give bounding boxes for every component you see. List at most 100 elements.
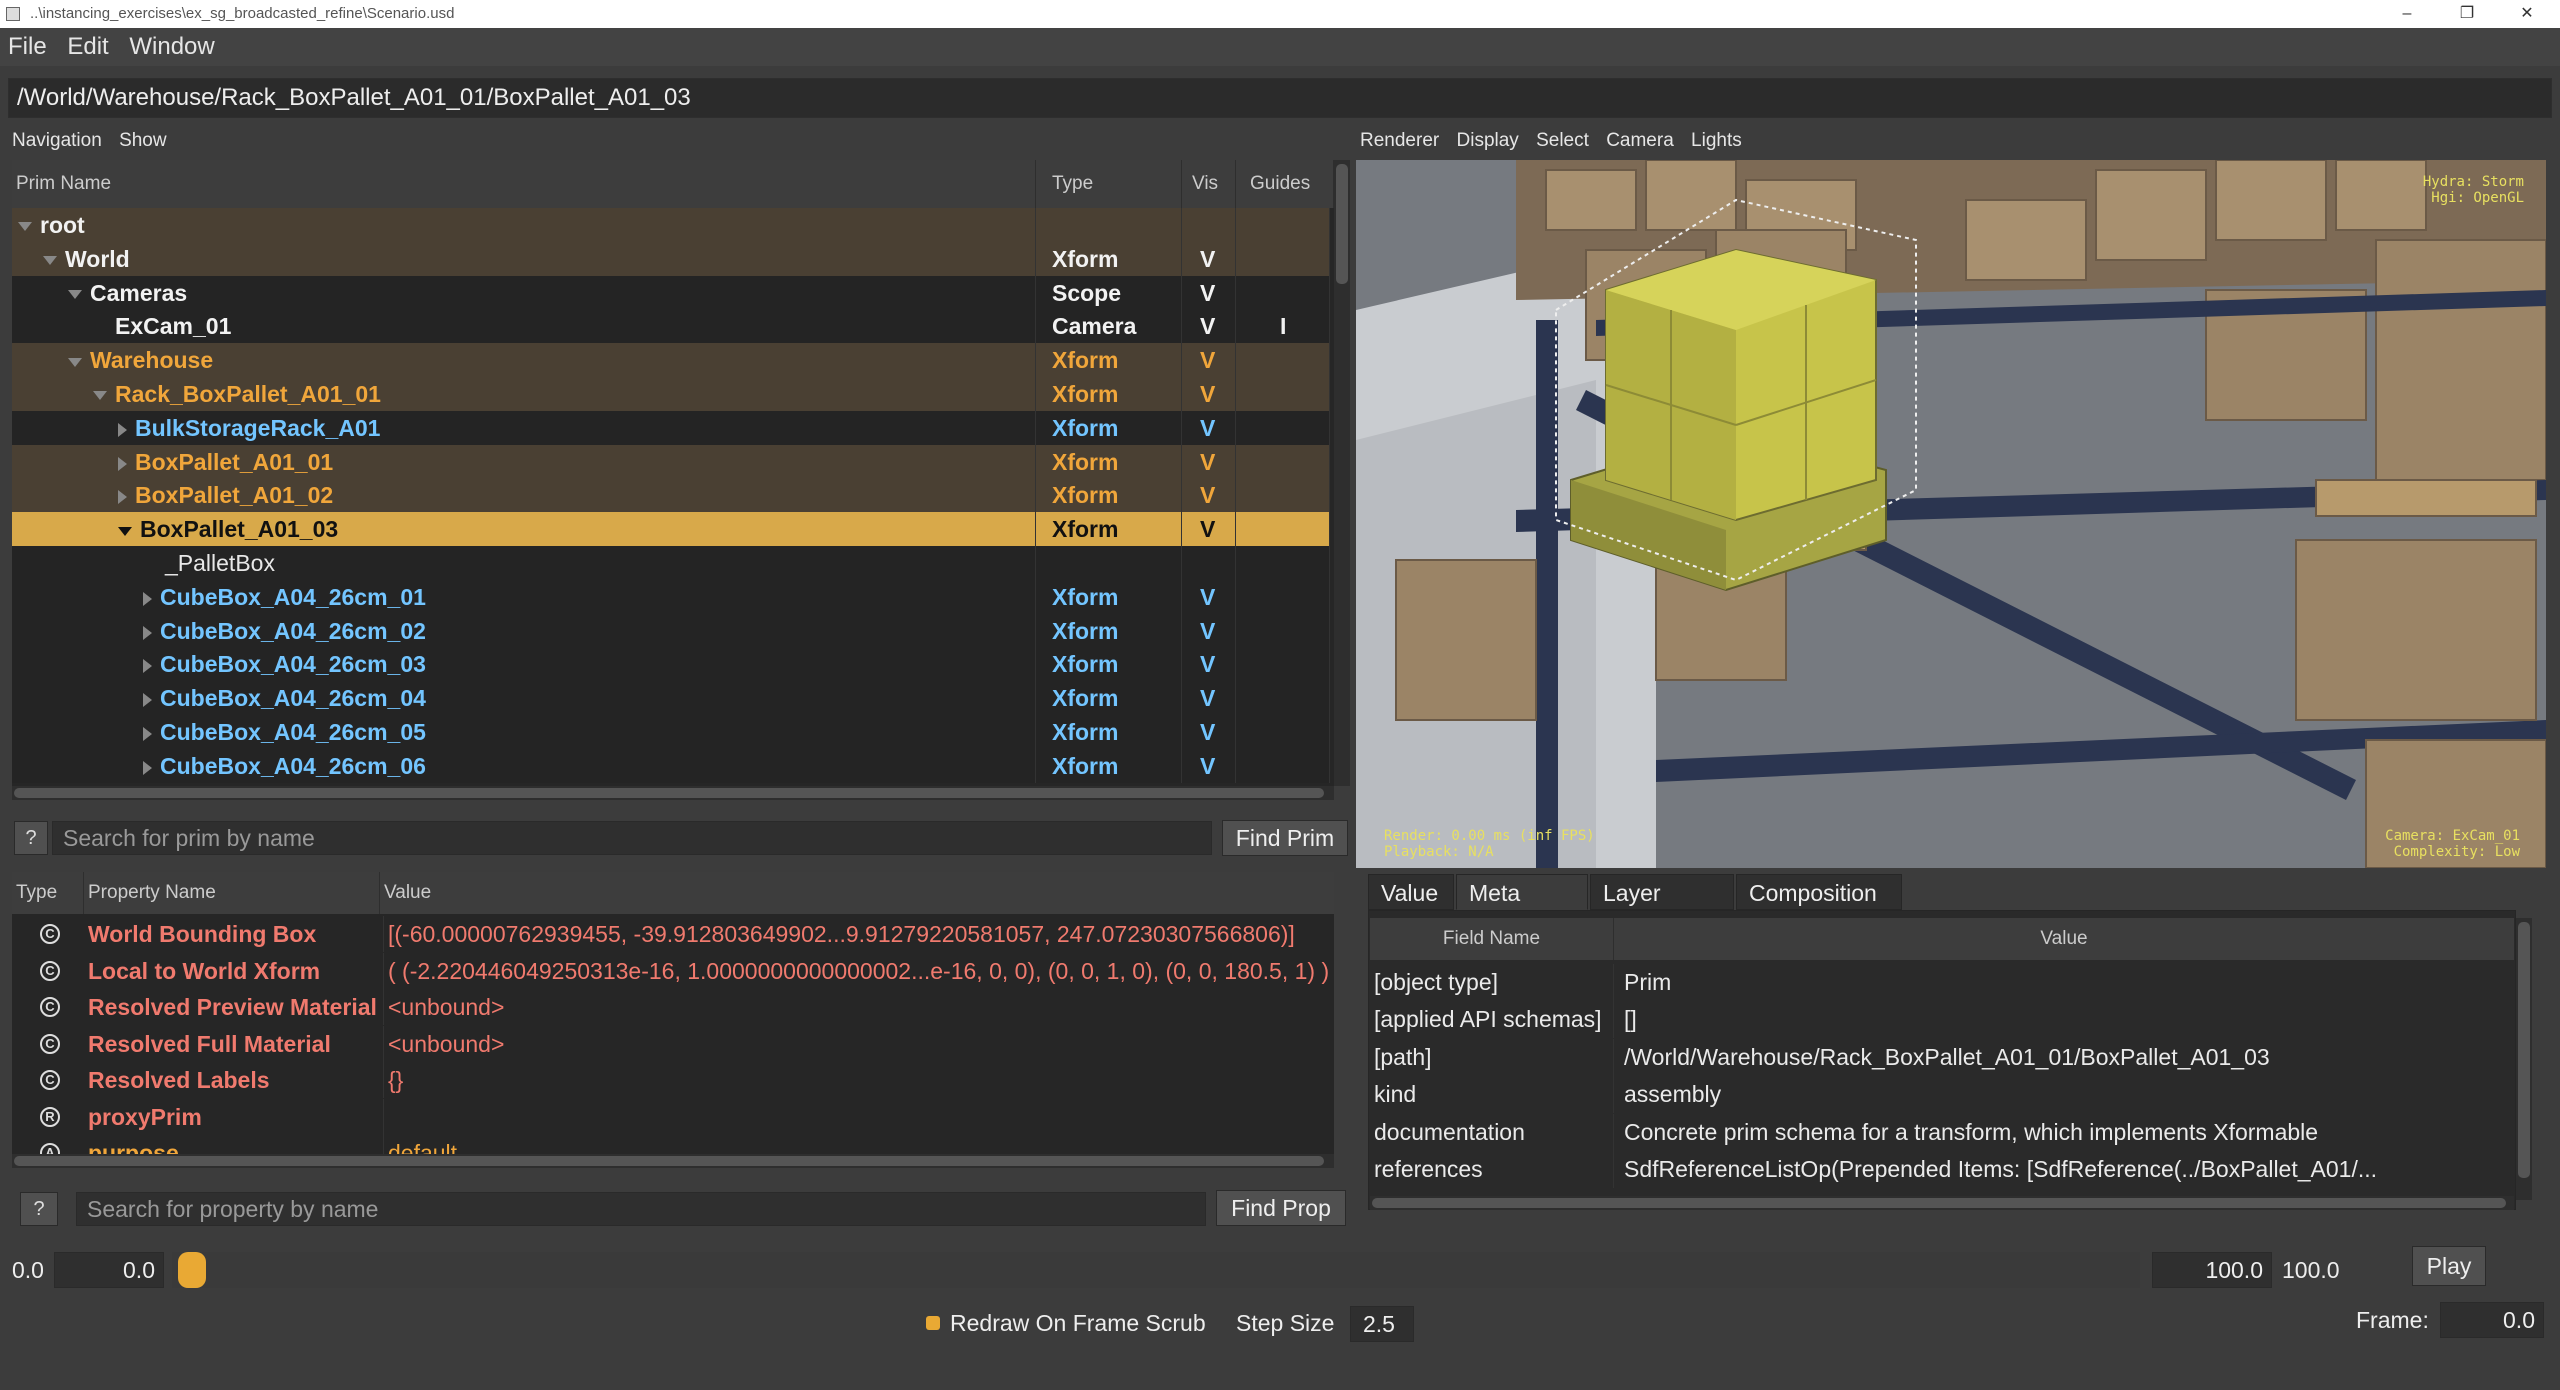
expanded-arrow-icon[interactable]: [93, 391, 107, 401]
menu-renderer[interactable]: Renderer: [1360, 130, 1439, 151]
tree-row[interactable]: CubeBox_A04_26cm_05 Xform V: [12, 715, 1330, 749]
property-row[interactable]: C Local to World Xform( (-2.2204460492503…: [12, 952, 1334, 989]
tree-row[interactable]: CubeBox_A04_26cm_04 Xform V: [12, 681, 1330, 716]
prim-path-field[interactable]: /World/Warehouse/Rack_BoxPallet_A01_01/B…: [8, 78, 2552, 118]
prim-tree-vscrollbar[interactable]: [1334, 160, 1350, 786]
prop-search-help-button[interactable]: ?: [20, 1192, 58, 1226]
expanded-arrow-icon[interactable]: [68, 357, 82, 367]
collapsed-arrow-icon[interactable]: [143, 659, 152, 674]
tab-value[interactable]: Value: [1368, 874, 1454, 910]
tree-row[interactable]: ExCam_01 Camera V I: [12, 309, 1330, 344]
start-frame-field[interactable]: 0.0: [54, 1252, 164, 1288]
prim-name-cell[interactable]: CubeBox_A04_26cm_03: [12, 647, 1036, 682]
prim-name-cell[interactable]: BoxPallet_A01_01: [12, 444, 1036, 479]
column-prop-name[interactable]: Property Name: [84, 872, 380, 914]
frame-slider-handle[interactable]: [178, 1252, 206, 1288]
prim-name-cell[interactable]: BoxPallet_A01_02: [12, 478, 1036, 513]
collapsed-arrow-icon[interactable]: [143, 591, 152, 606]
frame-slider[interactable]: [172, 1252, 2140, 1288]
play-button[interactable]: Play: [2412, 1246, 2486, 1286]
metadata-hscrollbar[interactable]: [1370, 1196, 2514, 1210]
prim-vis-cell[interactable]: V: [1182, 647, 1236, 682]
metadata-row[interactable]: kind assembly: [1370, 1076, 2514, 1114]
menu-lights[interactable]: Lights: [1691, 130, 1742, 151]
tree-row[interactable]: root: [12, 208, 1330, 242]
metadata-row[interactable]: documentation Concrete prim schema for a …: [1370, 1113, 2514, 1151]
end-frame-field[interactable]: 100.0: [2152, 1252, 2272, 1288]
tab-layer-stack[interactable]: Layer Stack: [1590, 874, 1734, 942]
prim-name-cell[interactable]: BulkStorageRack_A01: [12, 410, 1036, 445]
column-prim-name[interactable]: Prim Name: [12, 160, 1036, 208]
step-size-field[interactable]: 2.5: [1350, 1306, 1414, 1342]
tree-row[interactable]: CubeBox_A04_26cm_01 Xform V: [12, 579, 1330, 614]
property-row[interactable]: Apurpose default: [12, 1135, 1334, 1154]
metadata-row[interactable]: [applied API schemas] []: [1370, 1001, 2514, 1039]
tree-row[interactable]: CubeBox_A04_26cm_02 Xform V: [12, 613, 1330, 648]
column-field-value[interactable]: Value: [1614, 918, 2514, 960]
collapsed-arrow-icon[interactable]: [118, 422, 127, 437]
redraw-checkbox[interactable]: [926, 1316, 940, 1330]
prim-vis-cell[interactable]: V: [1182, 343, 1236, 378]
prim-vis-cell[interactable]: V: [1182, 309, 1236, 344]
prim-name-cell[interactable]: _PalletBox: [12, 546, 1036, 580]
property-row[interactable]: C Resolved Labels{}: [12, 1062, 1334, 1098]
prim-vis-cell[interactable]: V: [1182, 444, 1236, 479]
prim-name-cell[interactable]: CubeBox_A04_26cm_01: [12, 579, 1036, 614]
menu-edit[interactable]: Edit: [67, 33, 108, 60]
collapsed-arrow-icon[interactable]: [143, 726, 152, 741]
column-guides[interactable]: Guides: [1236, 160, 1334, 208]
tree-row[interactable]: World Xform V: [12, 241, 1330, 276]
prim-tree-hscrollbar[interactable]: [12, 786, 1334, 800]
collapsed-arrow-icon[interactable]: [118, 456, 127, 471]
prim-search-input[interactable]: Search for prim by name: [52, 821, 1212, 855]
property-row[interactable]: C World Bounding Box [(-60.00000762939455,…: [12, 916, 1334, 952]
column-type[interactable]: Type: [1036, 160, 1182, 208]
tree-row[interactable]: BoxPallet_A01_01 Xform V: [12, 444, 1330, 479]
menu-file[interactable]: File: [8, 33, 47, 60]
prim-vis-cell[interactable]: V: [1182, 681, 1236, 716]
metadata-row[interactable]: references SdfReferenceListOp(Prepended I…: [1370, 1151, 2514, 1188]
prim-vis-cell[interactable]: V: [1182, 377, 1236, 411]
tab-meta-data[interactable]: Meta Data: [1456, 874, 1588, 942]
maximize-icon[interactable]: ❐: [2444, 0, 2490, 28]
column-field-name[interactable]: Field Name: [1370, 918, 1614, 960]
menu-camera[interactable]: Camera: [1606, 130, 1674, 151]
collapsed-arrow-icon[interactable]: [143, 693, 152, 708]
prim-vis-cell[interactable]: V: [1182, 748, 1236, 783]
expanded-arrow-icon[interactable]: [43, 256, 57, 266]
prim-name-cell[interactable]: BoxPallet_A01_03: [12, 512, 1036, 547]
tree-row[interactable]: Rack_BoxPallet_A01_01 Xform V: [12, 377, 1330, 411]
menu-select[interactable]: Select: [1536, 130, 1589, 151]
current-frame-field[interactable]: 0.0: [2440, 1302, 2544, 1338]
prim-name-cell[interactable]: Cameras: [12, 275, 1036, 310]
prim-name-cell[interactable]: CubeBox_A04_26cm_04: [12, 681, 1036, 716]
prim-vis-cell[interactable]: V: [1182, 275, 1236, 310]
prim-vis-cell[interactable]: [1182, 208, 1236, 242]
find-prop-button[interactable]: Find Prop: [1216, 1190, 1346, 1226]
tree-row[interactable]: BoxPallet_A01_02 Xform V: [12, 478, 1330, 513]
collapsed-arrow-icon[interactable]: [118, 490, 127, 505]
prim-vis-cell[interactable]: V: [1182, 478, 1236, 513]
tree-row[interactable]: _PalletBox: [12, 546, 1330, 580]
find-prim-button[interactable]: Find Prim: [1222, 820, 1348, 856]
prim-vis-cell[interactable]: V: [1182, 613, 1236, 648]
column-prop-type[interactable]: Type: [12, 872, 84, 914]
menu-show[interactable]: Show: [119, 130, 167, 151]
prim-vis-cell[interactable]: V: [1182, 241, 1236, 276]
metadata-row[interactable]: [path] /World/Warehouse/Rack_BoxPallet_A0…: [1370, 1038, 2514, 1076]
expanded-arrow-icon[interactable]: [18, 222, 32, 232]
menu-display[interactable]: Display: [1457, 130, 1519, 151]
prim-search-help-button[interactable]: ?: [14, 821, 48, 855]
tab-composition[interactable]: Composition: [1736, 874, 1902, 910]
metadata-vscrollbar[interactable]: [2516, 918, 2532, 1200]
property-row[interactable]: RproxyPrim: [12, 1098, 1334, 1135]
prop-search-input[interactable]: Search for property by name: [76, 1192, 1206, 1226]
expanded-arrow-icon[interactable]: [118, 526, 132, 536]
column-vis[interactable]: Vis: [1182, 160, 1236, 208]
prim-name-cell[interactable]: CubeBox_A04_26cm_02: [12, 613, 1036, 648]
close-icon[interactable]: ✕: [2504, 0, 2550, 28]
menu-window[interactable]: Window: [129, 33, 214, 60]
prim-vis-cell[interactable]: [1182, 546, 1236, 580]
minimize-icon[interactable]: –: [2384, 0, 2430, 28]
prim-name-cell[interactable]: Warehouse: [12, 343, 1036, 378]
